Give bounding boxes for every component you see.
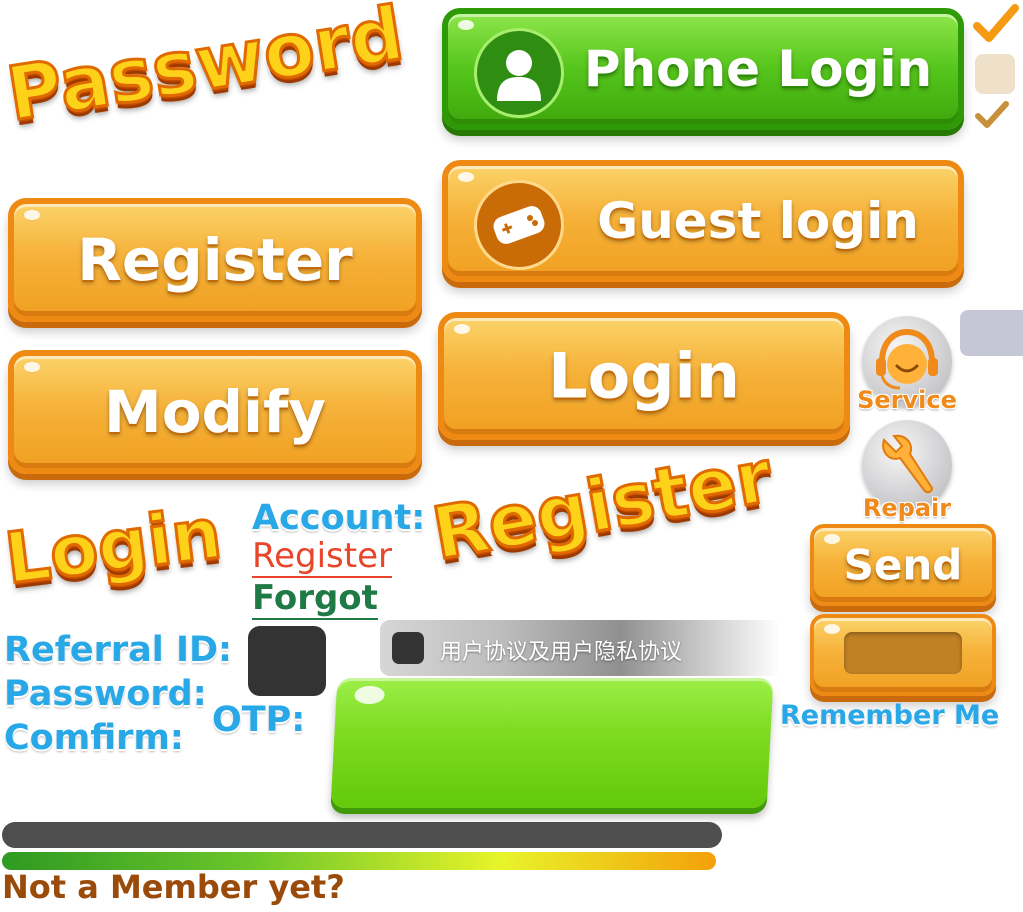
send-label: Send [843, 540, 963, 590]
agreement-bar[interactable]: 用户协议及用户隐私协议 [380, 620, 780, 676]
remember-me-label[interactable]: Remember Me [780, 700, 999, 731]
handheld-console-icon [474, 180, 564, 270]
user-silhouette-icon [474, 28, 564, 118]
not-member-text[interactable]: Not a Member yet? [2, 868, 345, 906]
guest-login-label: Guest login [597, 192, 919, 250]
modify-label: Modify [103, 378, 326, 446]
grey-chip [960, 310, 1023, 356]
checkbox-empty[interactable] [975, 54, 1015, 94]
login-title: Login [0, 491, 227, 602]
input-highlight [354, 686, 385, 704]
modify-button[interactable]: Modify [8, 350, 422, 474]
password-title: Password [0, 0, 410, 139]
checkmark-icon [973, 2, 1019, 50]
guest-login-button[interactable]: Guest login [442, 160, 964, 282]
checkmark-small-icon [975, 100, 1009, 134]
register-title: Register [425, 432, 779, 577]
referral-id-label: Referral ID: [4, 630, 233, 670]
login-label: Login [548, 339, 740, 413]
account-label: Account: [252, 498, 426, 538]
otp-input-field[interactable] [330, 678, 774, 808]
forgot-link[interactable]: Forgot [252, 578, 378, 620]
login-button[interactable]: Login [438, 312, 850, 440]
blank-button[interactable] [810, 614, 996, 696]
agreement-checkbox[interactable] [392, 632, 424, 664]
otp-label: OTP: [212, 700, 306, 740]
register-button[interactable]: Register [8, 198, 422, 322]
register-link[interactable]: Register [252, 536, 392, 578]
register-label: Register [77, 226, 353, 294]
wrench-repair-icon [874, 430, 940, 504]
agreement-text[interactable]: 用户协议及用户隐私协议 [440, 634, 682, 666]
service-label: Service [857, 386, 957, 414]
progress-track [2, 822, 722, 848]
phone-login-label: Phone Login [583, 40, 933, 98]
send-button[interactable]: Send [810, 524, 996, 606]
repair-label: Repair [862, 494, 952, 522]
phone-login-button[interactable]: Phone Login [442, 8, 964, 130]
blank-button-inset [844, 632, 962, 674]
confirm-label: Comfirm: [4, 718, 184, 758]
dark-square-swatch [248, 626, 326, 696]
password-label: Password: [4, 674, 207, 714]
